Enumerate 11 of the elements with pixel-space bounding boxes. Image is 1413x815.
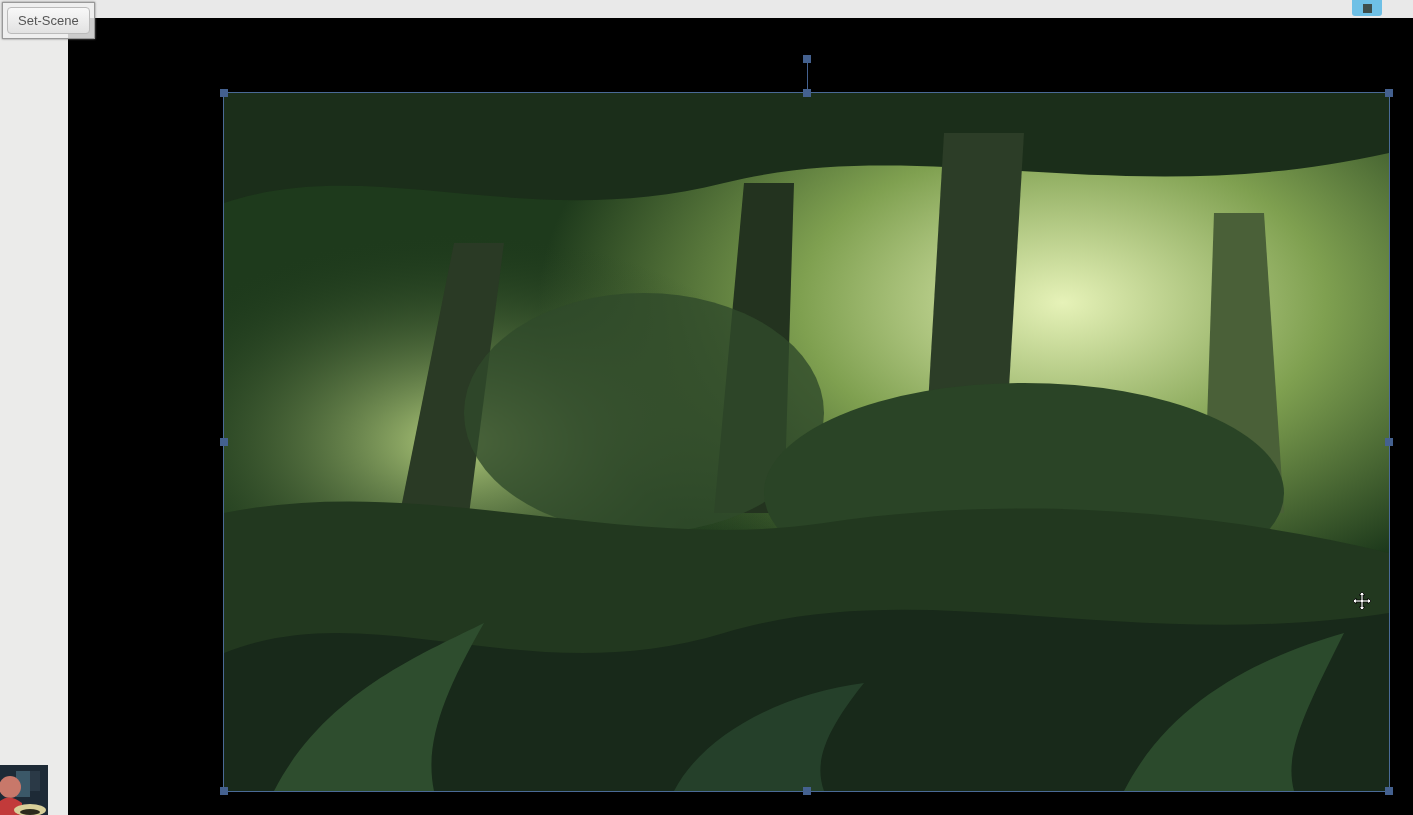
set-scene-button[interactable]: Set-Scene [7, 7, 90, 34]
move-cursor-icon [1352, 591, 1372, 611]
resize-handle[interactable] [220, 787, 228, 795]
square-icon[interactable] [1352, 0, 1382, 16]
resize-handle[interactable] [220, 89, 228, 97]
resize-handle[interactable] [802, 89, 811, 97]
resize-handle[interactable] [1385, 438, 1393, 446]
resize-handle[interactable] [802, 787, 811, 795]
resize-handle[interactable] [1385, 787, 1393, 795]
resize-handle[interactable] [220, 438, 228, 446]
resize-handle[interactable] [1385, 89, 1393, 97]
